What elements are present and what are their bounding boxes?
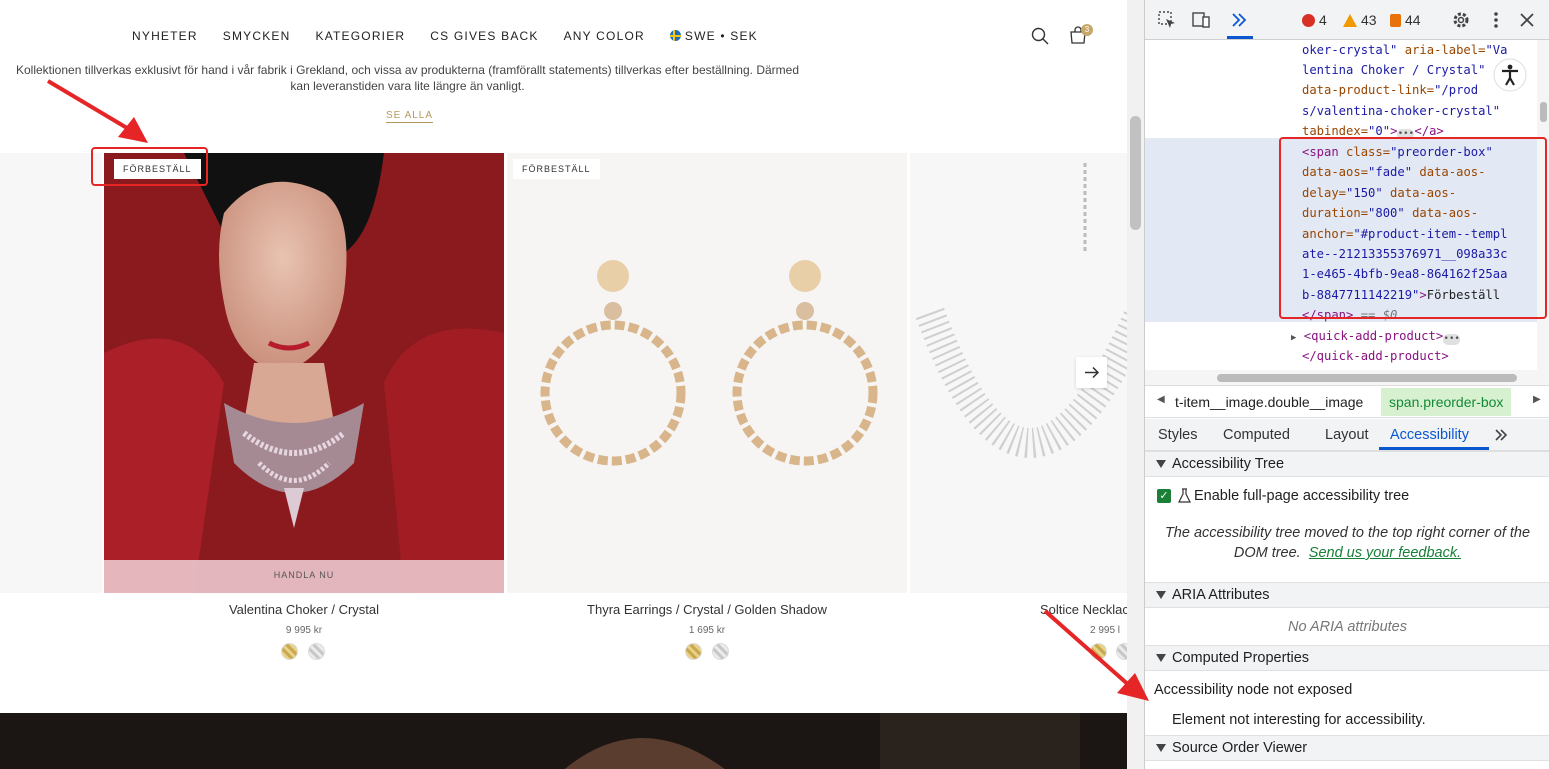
website-viewport: NYHETER SMYCKEN KATEGORIER CS GIVES BACK…	[0, 0, 1127, 769]
errors-count[interactable]: 4	[1302, 12, 1327, 28]
device-toolbar-icon[interactable]	[1191, 10, 1211, 30]
feedback-link[interactable]: Send us your feedback.	[1309, 545, 1461, 561]
no-aria-note: No ARIA attributes	[1287, 619, 1407, 635]
breadcrumb-item-selected[interactable]: span.preorder-box	[1381, 388, 1512, 416]
main-nav: NYHETER SMYCKEN KATEGORIER CS GIVES BACK…	[132, 29, 783, 43]
element-breadcrumb: ◀ t-item__image.double__image span.preor…	[1145, 386, 1549, 418]
silver-swatch[interactable]	[712, 643, 729, 660]
shop-now-overlay[interactable]: HANDLA NU	[104, 560, 504, 593]
close-icon[interactable]	[1517, 10, 1537, 30]
dom-line[interactable]: lentina Choker / Crystal"	[1302, 60, 1485, 80]
nav-cs-gives-back[interactable]: CS GIVES BACK	[430, 29, 538, 43]
next-section-banner	[0, 713, 1127, 769]
gold-swatch[interactable]	[281, 643, 298, 660]
issues-count[interactable]: 44	[1390, 12, 1421, 28]
dom-line[interactable]: s/valentina-choker-crystal"	[1302, 101, 1500, 121]
product-name[interactable]: Valentina Choker / Crystal	[104, 602, 504, 617]
product-price: 9 995 kr	[285, 625, 323, 636]
node-not-exposed-text: Accessibility node not exposed	[1154, 682, 1353, 698]
warnings-count[interactable]: 43	[1343, 12, 1377, 28]
cart-count-badge: 3	[1081, 24, 1093, 36]
issues-icon	[1390, 13, 1401, 27]
sweden-flag-icon	[669, 30, 681, 41]
gold-swatch[interactable]	[1090, 643, 1107, 660]
site-header: NYHETER SMYCKEN KATEGORIER CS GIVES BACK…	[0, 0, 1127, 68]
breadcrumb-item[interactable]: t-item__image.double__image	[1175, 394, 1363, 410]
collapse-triangle-icon	[1156, 654, 1166, 662]
accessibility-person-icon[interactable]	[1493, 58, 1527, 92]
product-card-thyra-earrings[interactable]: FÖRBESTÄLL	[507, 153, 907, 593]
section-accessibility-tree[interactable]: Accessibility Tree	[1145, 451, 1549, 477]
model-wearing-choker-image	[104, 153, 504, 593]
preorder-badge: FÖRBESTÄLL	[513, 159, 600, 179]
expand-triangle-icon[interactable]: ▶	[1291, 333, 1296, 343]
product-card-partial-left[interactable]	[0, 153, 102, 593]
necklace-image-partial	[0, 153, 102, 593]
product-name[interactable]: Soltice Necklac	[1040, 602, 1127, 617]
collapse-triangle-icon	[1156, 744, 1166, 752]
carousel-next-arrow-icon[interactable]	[1076, 357, 1107, 388]
intro-line-2: kan leveranstiden vara lite längre än va…	[290, 79, 525, 93]
product-price: 2 995 l	[1090, 625, 1121, 636]
nav-kategorier[interactable]: KATEGORIER	[316, 29, 406, 43]
active-panel-indicator	[1227, 36, 1253, 39]
dom-line[interactable]: data-product-link="/prod	[1302, 80, 1478, 100]
breadcrumb-left-arrow-icon[interactable]: ◀	[1157, 394, 1165, 405]
nav-smycken[interactable]: SMYCKEN	[223, 29, 291, 43]
see-all-link[interactable]: SE ALLA	[386, 110, 434, 123]
breadcrumb-right-arrow-icon[interactable]: ▶	[1533, 394, 1541, 405]
scrollbar-thumb[interactable]	[1217, 374, 1517, 382]
collection-intro: Kollektionen tillverkas exklusivt för ha…	[0, 62, 815, 94]
scrollbar-thumb[interactable]	[1540, 102, 1547, 122]
active-tab-indicator	[1379, 447, 1489, 450]
earrings-image	[540, 260, 878, 466]
tree-moved-note-line2: DOM tree. Send us your feedback.	[1233, 545, 1462, 561]
gold-swatch[interactable]	[685, 643, 702, 660]
kebab-menu-icon[interactable]	[1486, 10, 1506, 30]
annotation-highlight-box	[91, 147, 208, 186]
section-aria-attributes[interactable]: ARIA Attributes	[1145, 582, 1549, 608]
portrait-banner-image	[0, 713, 1127, 769]
enable-tree-label[interactable]: Enable full-page accessibility tree	[1194, 488, 1409, 504]
gear-icon[interactable]	[1451, 10, 1471, 30]
collapse-triangle-icon	[1156, 460, 1166, 468]
product-price: 1 695 kr	[688, 625, 726, 636]
nav-any-color[interactable]: ANY COLOR	[564, 29, 645, 43]
product-card-valentina-choker[interactable]: HANDLA NU	[104, 153, 504, 593]
tree-moved-note-line1: The accessibility tree moved to the top …	[1164, 525, 1531, 541]
product-name[interactable]: Thyra Earrings / Crystal / Golden Shadow	[507, 602, 907, 617]
nav-nyheter[interactable]: NYHETER	[132, 29, 198, 43]
section-source-order-viewer[interactable]: Source Order Viewer	[1145, 735, 1549, 761]
more-tabs-chevron-icon[interactable]	[1493, 427, 1509, 443]
dom-line[interactable]: </quick-add-product>	[1302, 346, 1449, 366]
warning-icon	[1343, 13, 1357, 27]
search-icon[interactable]	[1031, 27, 1049, 45]
not-interesting-text: Element not interesting for accessibilit…	[1172, 712, 1426, 728]
intro-line-1: Kollektionen tillverkas exklusivt för ha…	[16, 63, 799, 77]
inspect-element-icon[interactable]	[1157, 10, 1177, 30]
sidebar-tabs: Styles Computed Layout Accessibility	[1145, 419, 1549, 451]
experiment-flask-icon	[1178, 488, 1191, 503]
accessibility-pane: Accessibility Tree ✓ Enable full-page ac…	[1145, 451, 1549, 769]
tab-computed[interactable]: Computed	[1223, 427, 1290, 443]
page-scrollbar-thumb[interactable]	[1130, 116, 1141, 230]
page-scrollbar[interactable]	[1127, 0, 1144, 769]
more-tabs-chevron-icon[interactable]	[1229, 10, 1249, 30]
tab-layout[interactable]: Layout	[1325, 427, 1369, 443]
dom-tree-horizontal-scrollbar[interactable]	[1145, 370, 1549, 386]
tab-styles[interactable]: Styles	[1158, 427, 1198, 443]
devtools-toolbar: 4 43 44	[1145, 0, 1549, 40]
enable-tree-checkbox[interactable]: ✓	[1157, 489, 1171, 503]
locale-selector[interactable]: SWE • SEK	[669, 29, 758, 43]
collapsed-children-icon[interactable]: •••	[1443, 334, 1461, 345]
silver-swatch[interactable]	[1116, 643, 1127, 660]
devtools-panel: 4 43 44 oker-crystal" aria-label="Va len…	[1144, 0, 1549, 769]
annotation-highlight-box	[1279, 137, 1547, 319]
error-icon	[1302, 13, 1315, 27]
tab-accessibility[interactable]: Accessibility	[1390, 427, 1469, 443]
collapse-triangle-icon	[1156, 591, 1166, 599]
silver-swatch[interactable]	[308, 643, 325, 660]
section-computed-properties[interactable]: Computed Properties	[1145, 645, 1549, 671]
dom-line[interactable]: oker-crystal" aria-label="Va	[1302, 40, 1507, 60]
